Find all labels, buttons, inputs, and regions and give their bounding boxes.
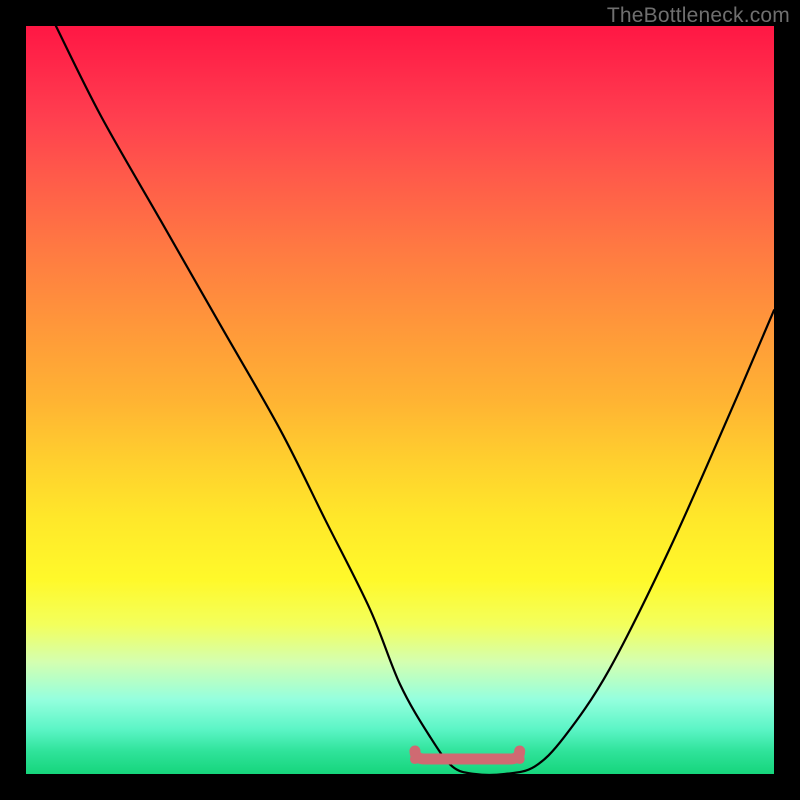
curve-layer: [26, 26, 774, 774]
plot-area: [26, 26, 774, 774]
chart-frame: TheBottleneck.com: [0, 0, 800, 800]
watermark-text: TheBottleneck.com: [607, 4, 790, 28]
bottleneck-curve: [56, 26, 774, 774]
flat-region-dots: [410, 754, 525, 764]
flat-region-marker: [415, 751, 520, 759]
